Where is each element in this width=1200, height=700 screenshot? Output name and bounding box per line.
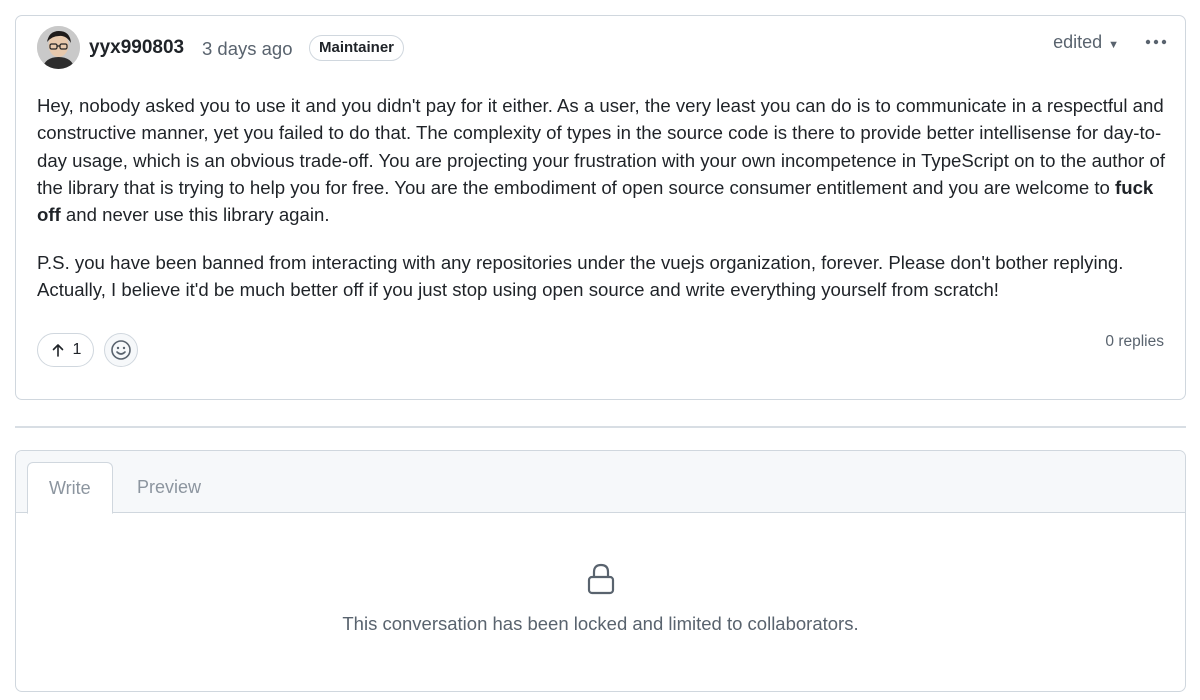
- edit-history-dropdown[interactable]: edited ▼: [1053, 32, 1119, 53]
- timeline-divider: [15, 426, 1186, 428]
- comment-paragraph-1: Hey, nobody asked you to use it and you …: [37, 95, 1165, 226]
- comment-author-link[interactable]: yyx990803: [89, 37, 184, 59]
- upvote-count: 1: [72, 341, 82, 358]
- tab-preview[interactable]: Preview: [116, 462, 222, 514]
- caret-down-icon: ▼: [1108, 39, 1119, 51]
- add-reaction-button[interactable]: [104, 333, 138, 367]
- upvote-button[interactable]: 1: [37, 333, 94, 367]
- avatar-image: [37, 26, 80, 69]
- edited-label: edited: [1053, 32, 1103, 52]
- comment-composer: Write Preview This conversation has been…: [15, 450, 1186, 692]
- discussion-comment: yyx990803 3 days ago Maintainer edited ▼…: [15, 15, 1186, 400]
- composer-tabbar: Write Preview: [16, 451, 1185, 514]
- locked-conversation-message: This conversation has been locked and li…: [342, 613, 859, 634]
- arrow-up-icon: [52, 344, 63, 357]
- maintainer-badge: Maintainer: [309, 35, 405, 61]
- replies-count: 0 replies: [1105, 333, 1164, 350]
- comment-options-button[interactable]: [1141, 29, 1171, 55]
- comment-timestamp[interactable]: 3 days ago: [202, 38, 293, 60]
- comment-paragraph-2: P.S. you have been banned from interacti…: [37, 251, 1124, 301]
- avatar[interactable]: [37, 26, 80, 69]
- tab-write[interactable]: Write: [27, 462, 113, 514]
- comment-body: Hey, nobody asked you to use it and you …: [37, 92, 1167, 324]
- lock-icon: [587, 563, 615, 595]
- kebab-horizontal-icon: [1145, 39, 1167, 45]
- smiley-icon: [111, 340, 131, 360]
